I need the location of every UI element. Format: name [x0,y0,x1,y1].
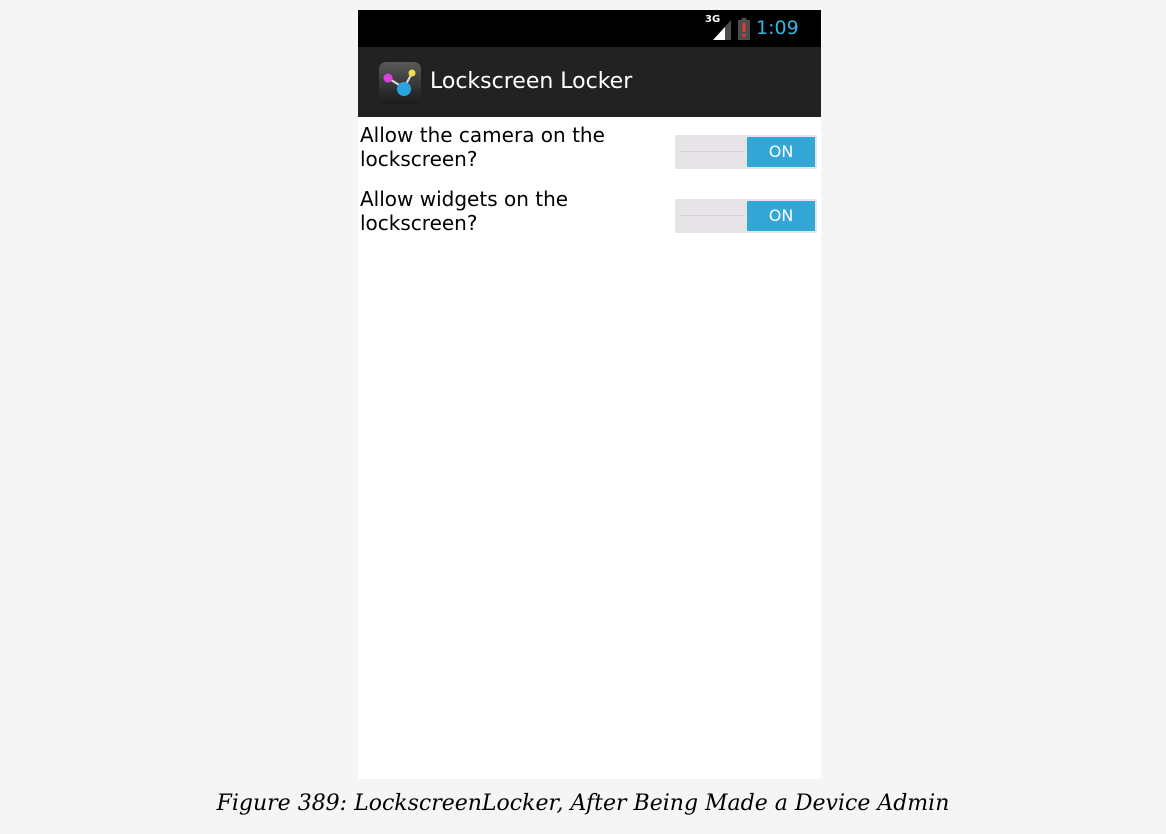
phone-screen: 3G 1:09 Lockscreen Locker Allow the came… [358,10,821,779]
camera-setting-row: Allow the camera on the lockscreen? ON [358,123,821,179]
widgets-setting-label: Allow widgets on the lockscreen? [360,187,569,235]
switch-track [679,215,745,216]
camera-toggle-switch[interactable]: ON [675,135,817,169]
signal-icon [713,20,731,40]
camera-setting-label: Allow the camera on the lockscreen? [360,123,605,171]
switch-track [679,151,745,152]
clock: 1:09 [756,17,799,39]
widgets-toggle-switch[interactable]: ON [675,199,817,233]
action-bar: Lockscreen Locker [358,47,821,117]
switch-thumb-on: ON [747,137,815,167]
battery-alert-icon [738,18,750,40]
app-title: Lockscreen Locker [430,69,633,94]
switch-thumb-on: ON [747,201,815,231]
status-bar: 3G 1:09 [358,10,821,47]
app-icon[interactable] [378,61,422,105]
widgets-setting-row: Allow widgets on the lockscreen? ON [358,187,821,243]
figure-caption: Figure 389: LockscreenLocker, After Bein… [216,791,950,816]
